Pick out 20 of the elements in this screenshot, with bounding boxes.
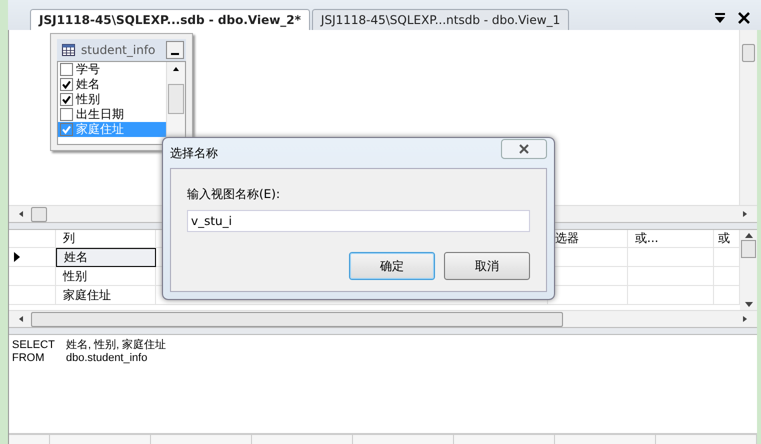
sql-keyword: FROM: [12, 352, 46, 365]
table-cell[interactable]: 性别: [56, 267, 156, 286]
sql-text: 姓名, 性别, 家庭住址: [66, 339, 166, 352]
document-tab[interactable]: JSJ1118-45\SQLEXP...sdb - dbo.View_2*: [30, 9, 310, 30]
dialog-button[interactable]: 取消: [444, 252, 530, 280]
column-item[interactable]: 性别: [58, 92, 166, 107]
column-item[interactable]: 学号: [58, 62, 166, 77]
table-title: student_info: [81, 43, 156, 57]
dialog-button[interactable]: 确定: [349, 252, 435, 280]
sql-keyword: SELECT: [12, 339, 56, 352]
input-field[interactable]: v_stu_i: [187, 210, 530, 232]
field-label: 输入视图名称(E):: [187, 186, 281, 203]
document-tab[interactable]: JSJ1118-45\SQLEXP...ntsdb - dbo.View_1: [312, 9, 570, 30]
table-cell[interactable]: 家庭住址: [56, 286, 156, 305]
column-item[interactable]: 出生日期: [58, 107, 166, 122]
column-item[interactable]: 姓名: [58, 77, 166, 92]
sql-editor[interactable]: SELECT 姓名, 性别, 家庭住址 FROM dbo.student_info: [9, 335, 757, 433]
column-header: 或...: [628, 230, 714, 248]
sql-text: dbo.student_info: [66, 352, 148, 365]
table-cell[interactable]: 姓名: [56, 248, 156, 267]
